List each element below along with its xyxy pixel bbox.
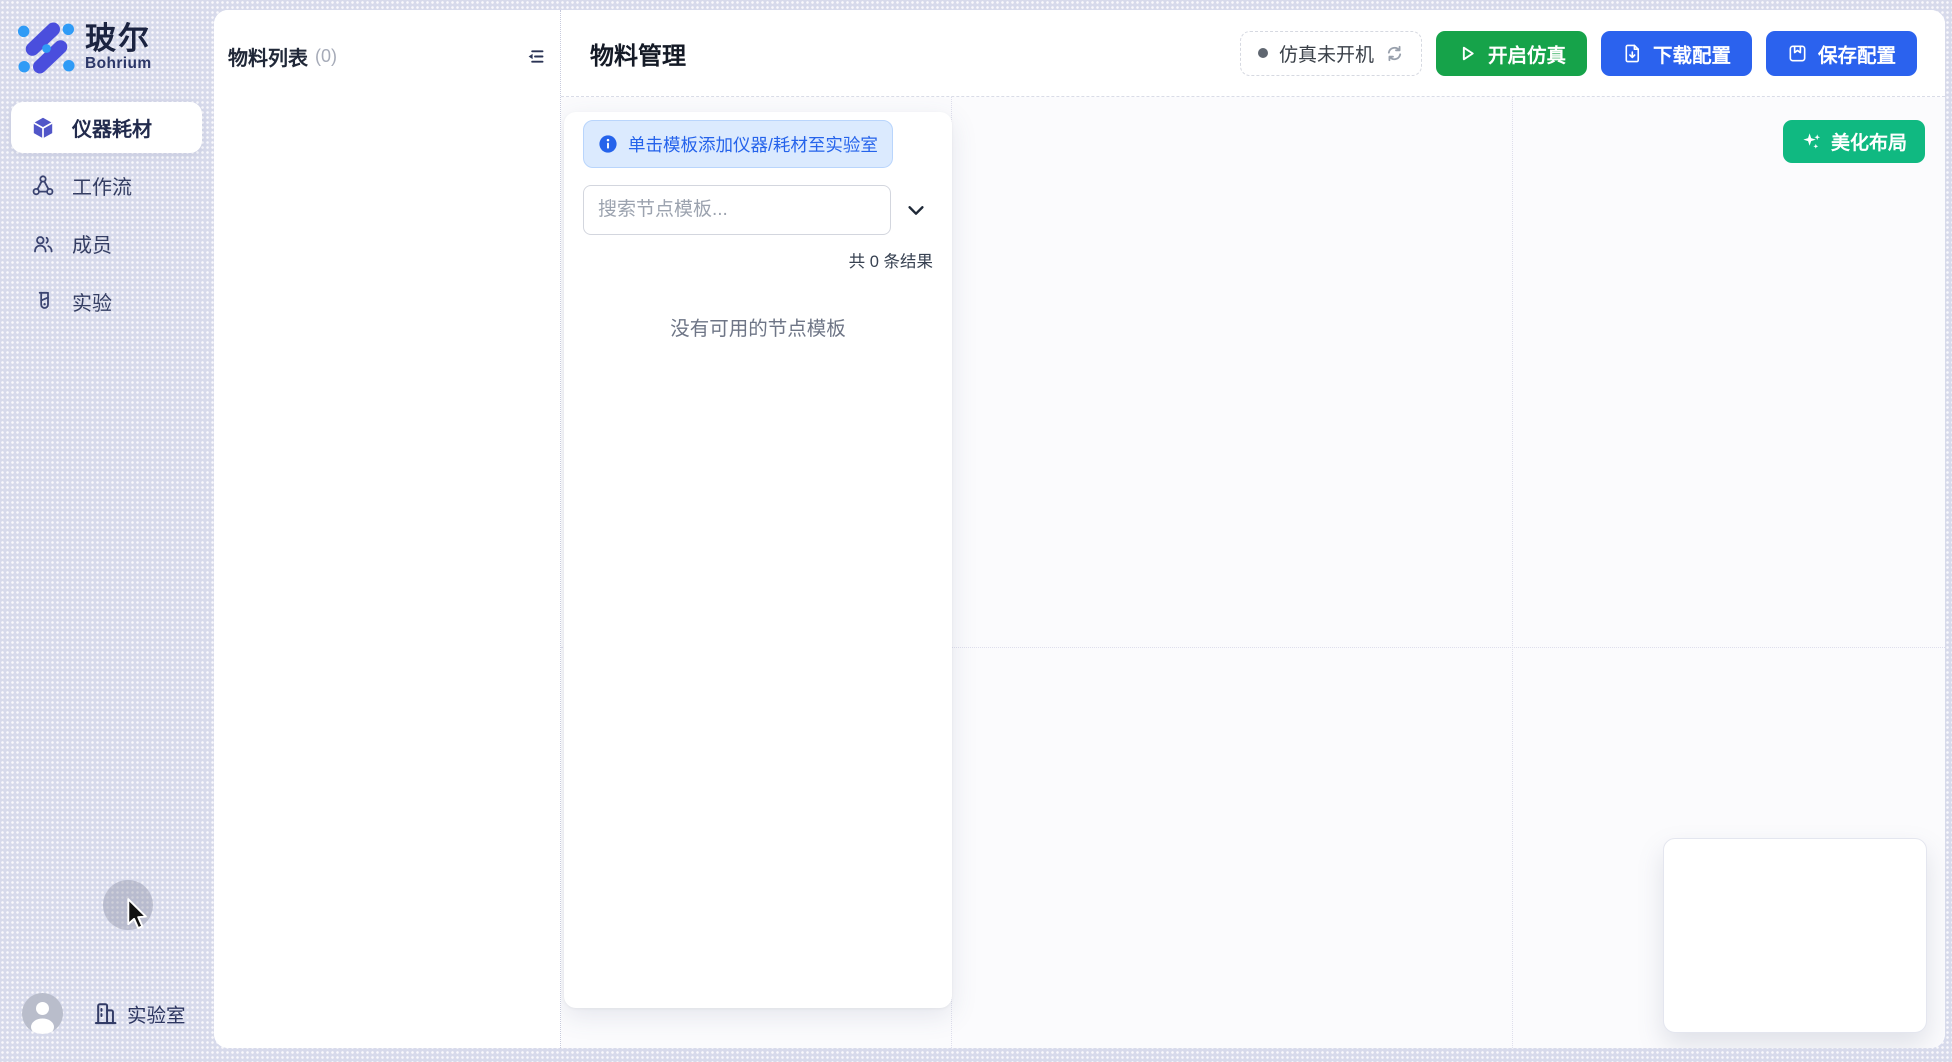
template-filter-toggle[interactable] xyxy=(905,199,927,221)
download-config-button[interactable]: 下载配置 xyxy=(1601,31,1752,76)
start-simulation-button[interactable]: 开启仿真 xyxy=(1436,31,1587,76)
sidebar-footer: 实验室 xyxy=(0,993,214,1034)
template-search-input[interactable] xyxy=(583,185,891,235)
page-title: 物料管理 xyxy=(590,36,686,71)
sidebar-item-label: 实验 xyxy=(72,287,112,316)
cube-icon xyxy=(31,116,55,140)
user-avatar-icon xyxy=(22,993,63,1034)
materials-panel-header: 物料列表 (0) xyxy=(214,10,560,71)
refresh-icon[interactable] xyxy=(1385,44,1404,63)
materials-list-panel: 物料列表 (0) xyxy=(214,10,561,1048)
brand-text: 玻尔 Bohrium xyxy=(85,23,152,74)
save-icon xyxy=(1787,43,1808,64)
status-dot-icon xyxy=(1258,48,1268,58)
start-simulation-label: 开启仿真 xyxy=(1488,39,1566,68)
template-empty-message: 没有可用的节点模板 xyxy=(583,312,933,341)
file-download-icon xyxy=(1622,43,1643,64)
sidebar-item-experiments[interactable]: 实验 xyxy=(11,276,202,327)
brand-name-cn: 玻尔 xyxy=(85,23,152,56)
template-hint-banner: 单击模板添加仪器/耗材至实验室 xyxy=(583,120,893,168)
beautify-layout-label: 美化布局 xyxy=(1831,128,1907,155)
workflow-icon xyxy=(31,174,55,198)
lab-entry[interactable]: 实验室 xyxy=(92,999,186,1028)
play-icon xyxy=(1457,43,1478,64)
content-container: 物料列表 (0) 物料管理 仿真 xyxy=(214,10,1945,1048)
members-icon xyxy=(31,232,55,256)
bohrium-logo-icon xyxy=(16,21,76,75)
sidebar-item-label: 工作流 xyxy=(72,171,132,200)
template-result-count: 共 0 条结果 xyxy=(583,248,933,272)
workflow-canvas[interactable]: 单击模板添加仪器/耗材至实验室 共 0 条结果 没有可用的节点模板 xyxy=(561,97,1945,1048)
materials-list-title: 物料列表 xyxy=(228,42,308,71)
user-avatar[interactable] xyxy=(22,993,63,1034)
panel-collapse-icon xyxy=(526,47,545,66)
beautify-layout-button[interactable]: 美化布局 xyxy=(1783,120,1925,163)
download-config-label: 下载配置 xyxy=(1653,39,1731,68)
template-hint-text: 单击模板添加仪器/耗材至实验室 xyxy=(628,132,878,157)
brand-logo: 玻尔 Bohrium xyxy=(0,0,214,75)
info-icon xyxy=(598,134,618,154)
sidebar-item-label: 仪器耗材 xyxy=(72,113,152,142)
template-search-row xyxy=(583,185,933,235)
sidebar-item-label: 成员 xyxy=(72,229,112,258)
canvas-grid-line xyxy=(1512,97,1513,1048)
sparkles-icon xyxy=(1801,131,1822,152)
chevron-down-icon xyxy=(905,199,927,221)
sidebar-item-instruments[interactable]: 仪器耗材 xyxy=(11,102,202,153)
save-config-label: 保存配置 xyxy=(1818,39,1896,68)
materials-list-count: (0) xyxy=(315,46,337,67)
sidebar-item-members[interactable]: 成员 xyxy=(11,218,202,269)
node-template-panel: 单击模板添加仪器/耗材至实验室 共 0 条结果 没有可用的节点模板 xyxy=(564,112,952,1008)
mouse-cursor-icon xyxy=(125,898,151,932)
experiment-icon xyxy=(31,290,55,314)
page-header: 物料管理 仿真未开机 xyxy=(561,10,1945,97)
brand-name-en: Bohrium xyxy=(85,55,152,73)
building-icon xyxy=(92,1000,119,1027)
sidebar-menu: 仪器耗材 工作流 成员 xyxy=(0,102,214,327)
save-config-button[interactable]: 保存配置 xyxy=(1766,31,1917,76)
app-page: 玻尔 Bohrium 仪器耗材 工作流 xyxy=(0,0,1952,1062)
header-actions: 仿真未开机 开启仿真 xyxy=(1240,31,1917,76)
panel-collapse-button[interactable] xyxy=(526,47,545,66)
simulation-status-label: 仿真未开机 xyxy=(1279,40,1374,67)
canvas-minimap[interactable] xyxy=(1663,838,1927,1033)
main-area: 物料管理 仿真未开机 xyxy=(561,10,1945,1048)
lab-entry-label: 实验室 xyxy=(127,999,186,1028)
sidebar-item-workflow[interactable]: 工作流 xyxy=(11,160,202,211)
simulation-status-pill[interactable]: 仿真未开机 xyxy=(1240,31,1422,76)
